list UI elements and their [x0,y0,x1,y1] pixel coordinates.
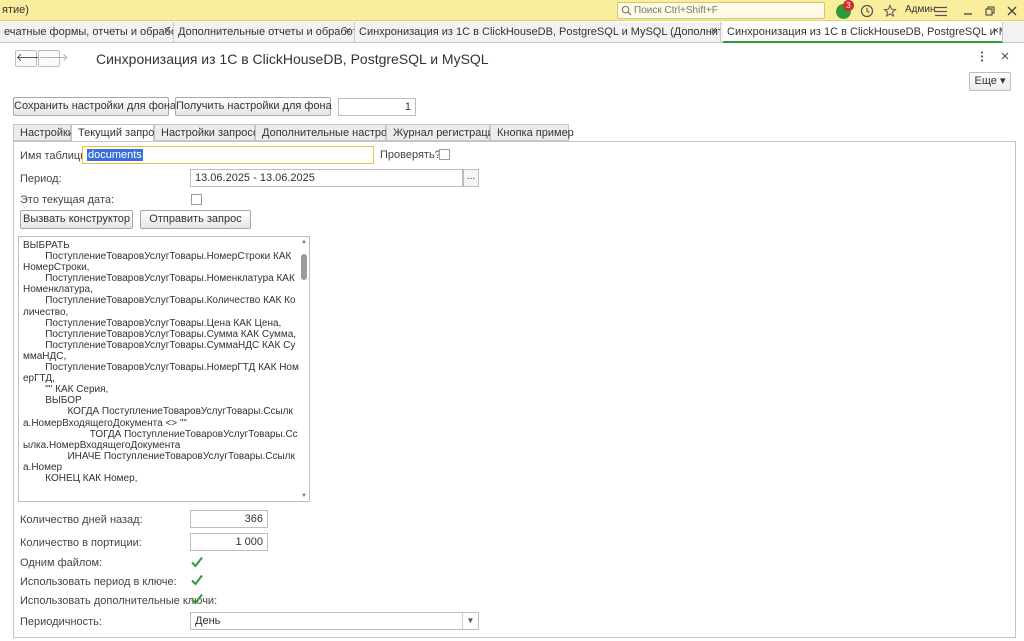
tab-close-icon[interactable]: × [711,25,717,37]
period-label: Период: [20,173,62,185]
window-tab-label: Дополнительные отчеты и обработки [178,26,355,38]
tab-example-button[interactable]: Кнопка пример [490,124,574,141]
query-scrollbar[interactable]: ▲ ▼ [300,238,308,500]
save-settings-button[interactable]: Сохранить настройки для фона [13,97,176,116]
tab-close-icon[interactable]: × [164,25,170,37]
check-label: Проверять?: [380,149,444,161]
window-tab-label: Синхронизация из 1С в ClickHouseDB, Post… [727,26,1002,38]
use-period-label: Использовать период в ключе: [20,576,177,588]
one-file-label: Одним файлом: [20,557,103,569]
scrollbar-thumb[interactable] [301,254,307,280]
window-tab-sync-extra[interactable]: Синхронизация из 1С в ClickHouseDB, Post… [355,22,721,43]
history-button[interactable] [859,3,875,19]
notifications-button[interactable]: 3 [835,0,854,19]
search-input[interactable] [634,3,822,18]
app-title: ятие) [2,4,29,16]
tab-close-icon[interactable]: × [345,25,351,37]
periodicity-select[interactable]: День ▼ [190,612,479,630]
tab-close-icon[interactable]: × [993,25,999,37]
minimize-icon [964,13,972,15]
query-text-area[interactable]: ВЫБРАТЬ ПоступлениеТоваровУслугТовары.Но… [18,236,310,502]
history-icon [860,4,874,18]
chevron-down-icon[interactable]: ▼ [462,613,478,629]
kebab-icon [980,51,984,62]
periodicity-value: День [195,615,221,627]
global-search[interactable] [617,2,825,19]
use-extra-keys-checkbox[interactable] [190,592,204,606]
use-extra-keys-label: Использовать дополнительные ключи: [20,595,218,607]
scroll-up-icon[interactable]: ▲ [301,239,307,245]
use-period-checkbox[interactable] [190,573,204,587]
period-select-button[interactable]: ... [463,169,479,187]
number-field[interactable]: 1 [338,98,416,116]
restore-icon [985,6,995,16]
get-settings-button[interactable]: Получить настройки для фона [175,97,332,116]
portion-label: Количество в портиции: [20,537,142,549]
portion-input[interactable]: 1 000 [190,533,268,551]
constructor-button[interactable]: Вызвать конструктор [20,210,133,229]
days-back-label: Количество дней назад: [20,514,143,526]
tab-settings[interactable]: Настройки [13,124,74,141]
hamburger-icon [935,6,947,16]
app-topbar: ятие) 3 Админ [0,0,1024,21]
tab-current-query[interactable]: Текущий запрос [71,124,160,142]
send-query-button[interactable]: Отправить запрос [140,210,251,229]
main-menu-button[interactable] [933,3,949,19]
window-tab-label: Синхронизация из 1С в ClickHouseDB, Post… [359,26,720,38]
scroll-down-icon[interactable]: ▼ [301,493,307,499]
window-tab-extra-reports[interactable]: Дополнительные отчеты и обработки × [174,22,355,43]
table-name-value: documents [87,149,143,161]
window-close-button[interactable] [1004,3,1020,19]
back-button[interactable]: 🡐 [15,50,46,67]
tab-registration-log[interactable]: Журнал регистрации [386,124,500,141]
period-input[interactable]: 13.06.2025 - 13.06.2025 [190,169,463,187]
periodicity-label: Периодичность: [20,616,102,628]
table-name-input[interactable]: documents [82,146,374,164]
more-button[interactable]: Еще ▾ [969,72,1011,91]
current-date-checkbox[interactable] [191,194,202,205]
window-tabs: ечатные формы, отчеты и обработки × Допо… [0,22,1024,43]
page-title: Синхронизация из 1С в ClickHouseDB, Post… [96,51,489,67]
close-icon [1001,52,1009,60]
current-date-label: Это текущая дата: [20,194,115,206]
user-name[interactable]: Админ [905,4,936,15]
minimize-button[interactable] [960,3,976,19]
days-back-input[interactable]: 366 [190,510,268,528]
restore-button[interactable] [982,3,998,19]
form-menu-button[interactable] [980,51,984,65]
star-icon [883,4,897,18]
tab-query-settings[interactable]: Настройки запросов [154,124,265,141]
window-tab-label: ечатные формы, отчеты и обработки [4,26,174,38]
close-icon [1007,6,1017,16]
one-file-checkbox[interactable] [190,555,204,569]
window-tab-print-forms[interactable]: ечатные формы, отчеты и обработки × [0,22,174,43]
search-icon [621,5,632,16]
table-name-label: Имя таблицы: [20,150,92,162]
check-checkbox[interactable] [439,149,450,160]
favorites-button[interactable] [882,3,898,19]
notifications-badge: 3 [843,0,854,11]
window-tab-sync[interactable]: Синхронизация из 1С в ClickHouseDB, Post… [723,22,1003,43]
query-text: ВЫБРАТЬ ПоступлениеТоваровУслугТовары.Но… [23,240,299,484]
tab-additional-settings[interactable]: Дополнительные настройки [255,124,404,141]
forward-button[interactable]: 🡒 [38,50,69,67]
form-close-button[interactable] [1001,51,1009,63]
